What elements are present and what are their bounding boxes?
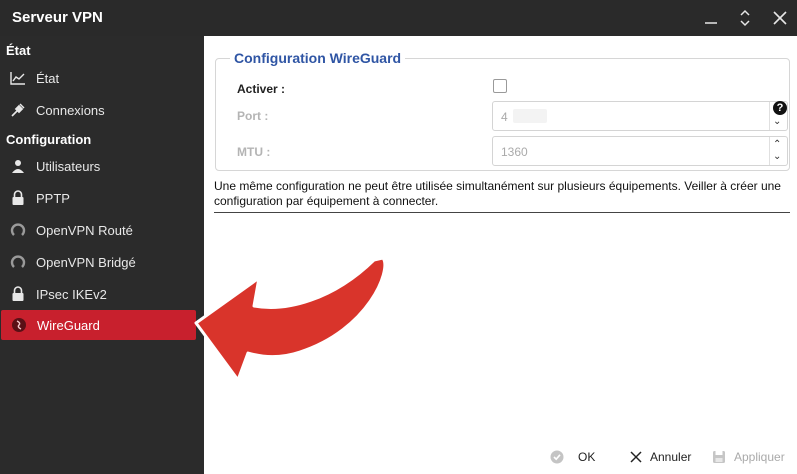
apply-button[interactable]: Appliquer	[712, 448, 785, 466]
window-title: Serveur VPN	[12, 9, 103, 26]
user-icon	[10, 158, 26, 174]
save-icon	[712, 450, 726, 464]
minimize-button[interactable]	[699, 6, 723, 30]
group-legend: Configuration WireGuard	[230, 50, 406, 66]
close-icon	[773, 11, 787, 25]
activate-label: Activer :	[237, 82, 286, 96]
openvpn-icon	[10, 222, 26, 238]
sidebar-item-label: OpenVPN Bridgé	[36, 254, 136, 270]
info-text: Une même configuration ne peut être util…	[214, 179, 781, 208]
sidebar-item-label: État	[36, 70, 60, 86]
chevron-down-icon: ⌄	[773, 151, 782, 162]
sidebar-item-label: PPTP	[36, 190, 70, 206]
lock-icon	[10, 190, 26, 206]
ok-label: OK	[578, 450, 596, 464]
sidebar-item-label: Utilisateurs	[36, 158, 101, 174]
check-circle-icon	[550, 450, 564, 464]
sidebar-section-configuration: Configuration	[6, 132, 92, 147]
sidebar-item-openvpn-route[interactable]: OpenVPN Routé	[0, 215, 204, 245]
sidebar-item-ipsec-ikev2[interactable]: IPsec IKEv2	[0, 279, 204, 309]
content-panel: Activer : Port : 4 ⌃ ⌄ ? MTU : 1360 ⌃ ⌄ …	[204, 36, 797, 474]
sidebar-item-connexions[interactable]: Connexions	[0, 95, 204, 125]
port-value: 4	[501, 110, 508, 124]
port-input[interactable]: 4 ⌃ ⌄	[492, 101, 788, 131]
restore-button[interactable]	[733, 6, 757, 30]
chart-line-icon	[10, 70, 26, 86]
sidebar-item-openvpn-bridge[interactable]: OpenVPN Bridgé	[0, 247, 204, 277]
sidebar-item-etat[interactable]: État	[0, 63, 204, 93]
port-label: Port :	[237, 109, 269, 123]
sidebar-item-label: IPsec IKEv2	[36, 286, 107, 302]
sidebar-item-label: Connexions	[36, 102, 105, 118]
mtu-value: 1360	[501, 145, 528, 159]
close-icon	[630, 451, 642, 463]
chevron-down-icon: ⌄	[773, 116, 782, 127]
activate-checkbox[interactable]	[493, 79, 507, 93]
sidebar-item-utilisateurs[interactable]: Utilisateurs	[0, 151, 204, 181]
sidebar-item-pptp[interactable]: PPTP	[0, 183, 204, 213]
divider	[214, 212, 790, 213]
openvpn-icon	[10, 254, 26, 270]
cancel-button[interactable]: Annuler	[630, 448, 691, 466]
wireguard-icon	[11, 317, 27, 333]
help-icon[interactable]: ?	[773, 101, 787, 115]
cancel-label: Annuler	[650, 450, 692, 464]
title-bar: Serveur VPN	[0, 0, 797, 36]
mtu-label: MTU :	[237, 145, 271, 159]
apply-label: Appliquer	[734, 450, 785, 464]
sidebar-item-wireguard[interactable]: WireGuard	[1, 310, 196, 340]
chevron-up-down-icon	[740, 9, 750, 27]
lock-icon	[10, 286, 26, 302]
mtu-input[interactable]: 1360 ⌃ ⌄	[492, 136, 788, 166]
minimize-icon	[705, 22, 717, 24]
sidebar-item-label: WireGuard	[37, 317, 100, 333]
sidebar-item-label: OpenVPN Routé	[36, 222, 133, 238]
sidebar-section-etat: État	[6, 43, 31, 58]
close-button[interactable]	[768, 6, 792, 30]
mtu-stepper[interactable]: ⌃ ⌄	[769, 137, 787, 165]
plug-icon	[10, 102, 26, 118]
redacted-block	[513, 109, 547, 123]
wireguard-config-group: Activer : Port : 4 ⌃ ⌄ ? MTU : 1360 ⌃ ⌄	[215, 58, 790, 171]
sidebar: État État Connexions Configuration Utili…	[0, 36, 204, 474]
ok-button[interactable]: OK	[550, 448, 595, 466]
chevron-up-icon: ⌃	[773, 139, 782, 150]
